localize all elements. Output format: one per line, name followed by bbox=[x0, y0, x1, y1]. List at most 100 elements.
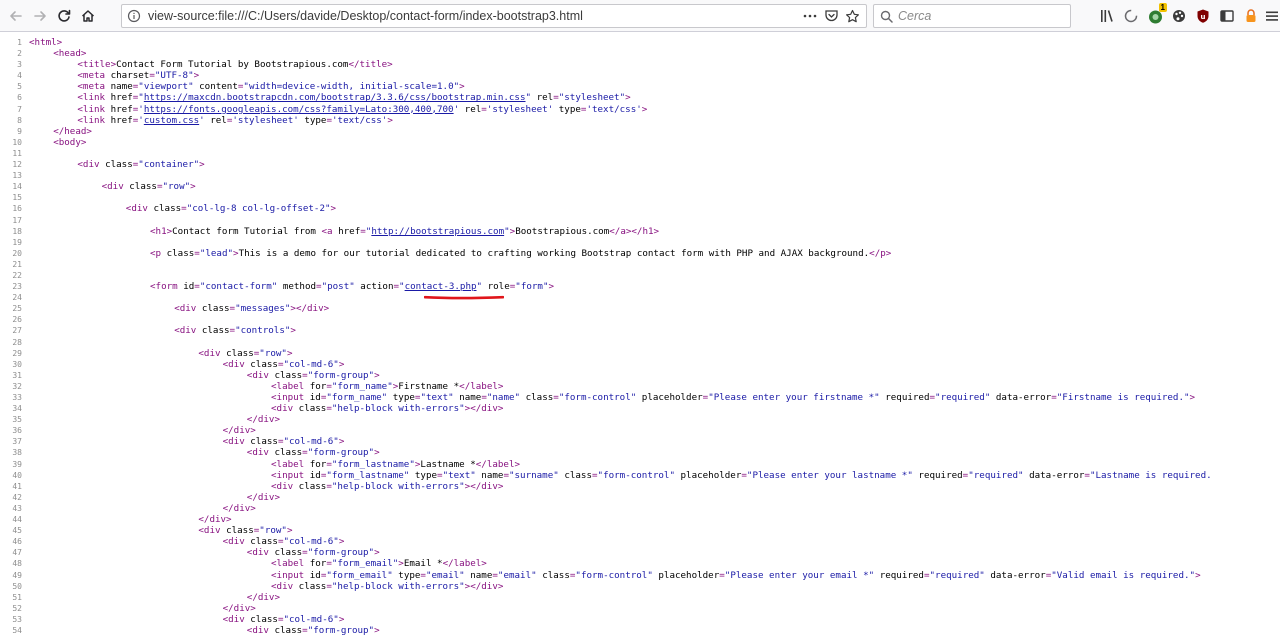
code-token: "lead" bbox=[199, 247, 234, 259]
code-token: > bbox=[1195, 569, 1201, 581]
line-number: 43 bbox=[12, 503, 22, 513]
ublock-origin-icon[interactable]: u bbox=[1193, 6, 1213, 26]
source-code: <link href="https://maxcdn.bootstrapcdn.… bbox=[29, 92, 630, 104]
code-token: href bbox=[110, 92, 133, 104]
source-line: 28 bbox=[0, 337, 1280, 348]
code-token: href bbox=[110, 114, 133, 126]
library-icon[interactable] bbox=[1097, 6, 1117, 26]
code-token: <div bbox=[125, 203, 154, 215]
source-link[interactable]: custom.css bbox=[144, 115, 199, 126]
bookmark-star-icon[interactable] bbox=[845, 9, 860, 24]
sidebar-icon[interactable] bbox=[1217, 6, 1237, 26]
code-token: type bbox=[409, 469, 438, 481]
code-token: "email" bbox=[497, 569, 537, 581]
reload-button[interactable] bbox=[52, 4, 76, 28]
code-token: rel bbox=[459, 103, 482, 115]
source-line: 4 <meta charset="UTF-8"> bbox=[0, 70, 1280, 81]
line-number: 11 bbox=[12, 148, 22, 158]
code-token: <div bbox=[222, 436, 251, 448]
code-token: ></div> bbox=[464, 480, 504, 492]
url-bar[interactable]: view-source:file:///C:/Users/davide/Desk… bbox=[121, 4, 867, 28]
source-link[interactable]: https://fonts.googleapis.com/css?family=… bbox=[144, 104, 454, 115]
forward-button[interactable] bbox=[28, 4, 52, 28]
page-actions-icon[interactable] bbox=[802, 9, 818, 23]
code-token: class bbox=[274, 447, 303, 459]
source-code: </head> bbox=[29, 126, 92, 137]
code-token: type bbox=[387, 392, 415, 403]
back-button[interactable] bbox=[4, 4, 28, 28]
code-token: "stylesheet" bbox=[558, 92, 626, 104]
code-token: > bbox=[641, 103, 648, 115]
source-line: 49 <input id="form_email" type="email" na… bbox=[0, 570, 1280, 581]
line-number: 12 bbox=[12, 160, 22, 170]
code-token: class bbox=[298, 580, 327, 592]
source-code: <label for="form_name">Firstname *</labe… bbox=[29, 381, 503, 392]
source-line: 17 bbox=[0, 215, 1280, 226]
code-token: "form_lastname" bbox=[331, 458, 415, 470]
pocket-icon[interactable] bbox=[824, 9, 839, 23]
source-line: 31 <div class="form-group"> bbox=[0, 370, 1280, 381]
menu-icon[interactable] bbox=[1262, 6, 1280, 26]
code-token: 'stylesheet' bbox=[232, 114, 299, 126]
code-token: </div> bbox=[246, 491, 280, 503]
code-token: role bbox=[482, 281, 510, 293]
line-number: 28 bbox=[12, 337, 22, 347]
code-token: for bbox=[309, 558, 327, 570]
code-token: <head> bbox=[53, 48, 87, 60]
code-token: > bbox=[338, 358, 345, 370]
code-token: > bbox=[387, 114, 393, 126]
search-bar[interactable] bbox=[873, 4, 1071, 28]
source-line: 9 </head> bbox=[0, 126, 1280, 137]
source-link[interactable]: http://bootstrapious.com bbox=[371, 226, 504, 237]
code-token: <input bbox=[271, 469, 310, 481]
source-code: <div class="messages"></div> bbox=[29, 303, 329, 314]
source-line: 3 <title>Contact Form Tutorial by Bootstr… bbox=[0, 59, 1280, 70]
code-token: "surname" bbox=[508, 469, 559, 481]
source-code: <p class="lead">This is a demo for our t… bbox=[29, 248, 891, 259]
code-token: > bbox=[374, 447, 380, 459]
line-number: 46 bbox=[12, 537, 22, 547]
code-token: "col-md-6" bbox=[283, 436, 339, 448]
code-token: "form-control" bbox=[575, 569, 653, 581]
code-token: "Please enter your email *" bbox=[724, 569, 875, 581]
code-token: </a></h1> bbox=[609, 225, 660, 237]
source-line: 15 bbox=[0, 192, 1280, 203]
code-token: </head> bbox=[53, 125, 92, 137]
code-token: > bbox=[374, 547, 380, 559]
extension-notification-icon[interactable]: 1 bbox=[1145, 3, 1167, 26]
code-token: "col-md-6" bbox=[283, 613, 339, 625]
url-text[interactable]: view-source:file:///C:/Users/davide/Desk… bbox=[146, 9, 802, 23]
search-input[interactable] bbox=[898, 9, 1058, 23]
code-token: <div bbox=[246, 447, 275, 459]
source-link[interactable]: https://maxcdn.bootstrapcdn.com/bootstra… bbox=[144, 92, 526, 103]
code-token: rel bbox=[204, 114, 227, 126]
code-token: class bbox=[558, 469, 592, 481]
code-token: > bbox=[338, 613, 345, 625]
line-number: 30 bbox=[12, 359, 22, 369]
sync-icon[interactable] bbox=[1121, 6, 1141, 26]
code-token: <label bbox=[271, 380, 310, 392]
code-token: ></div> bbox=[464, 580, 504, 592]
code-token: id bbox=[309, 392, 321, 403]
code-token: "help-block with-errors" bbox=[331, 403, 465, 415]
palette-icon[interactable] bbox=[1169, 6, 1189, 26]
source-code: </div> bbox=[29, 603, 256, 614]
code-token: <meta bbox=[77, 81, 111, 93]
source-line: 13 bbox=[0, 170, 1280, 181]
source-link[interactable]: contact-3.php bbox=[405, 281, 477, 292]
source-line: 43 </div> bbox=[0, 503, 1280, 514]
line-number: 41 bbox=[12, 481, 22, 491]
code-token: required bbox=[912, 469, 963, 481]
page-info-icon[interactable] bbox=[122, 5, 146, 27]
code-token: name bbox=[464, 569, 493, 581]
source-code: <div class="form-group"> bbox=[29, 547, 380, 558]
code-token: charset bbox=[110, 70, 150, 82]
lock-extension-icon[interactable] bbox=[1241, 6, 1261, 26]
line-number: 33 bbox=[12, 393, 22, 402]
search-icon bbox=[880, 10, 893, 23]
code-token: > bbox=[374, 624, 380, 635]
home-button[interactable] bbox=[76, 4, 100, 28]
code-token: </div> bbox=[222, 602, 256, 614]
code-token: placeholder bbox=[636, 392, 703, 403]
code-token: type bbox=[392, 569, 421, 581]
